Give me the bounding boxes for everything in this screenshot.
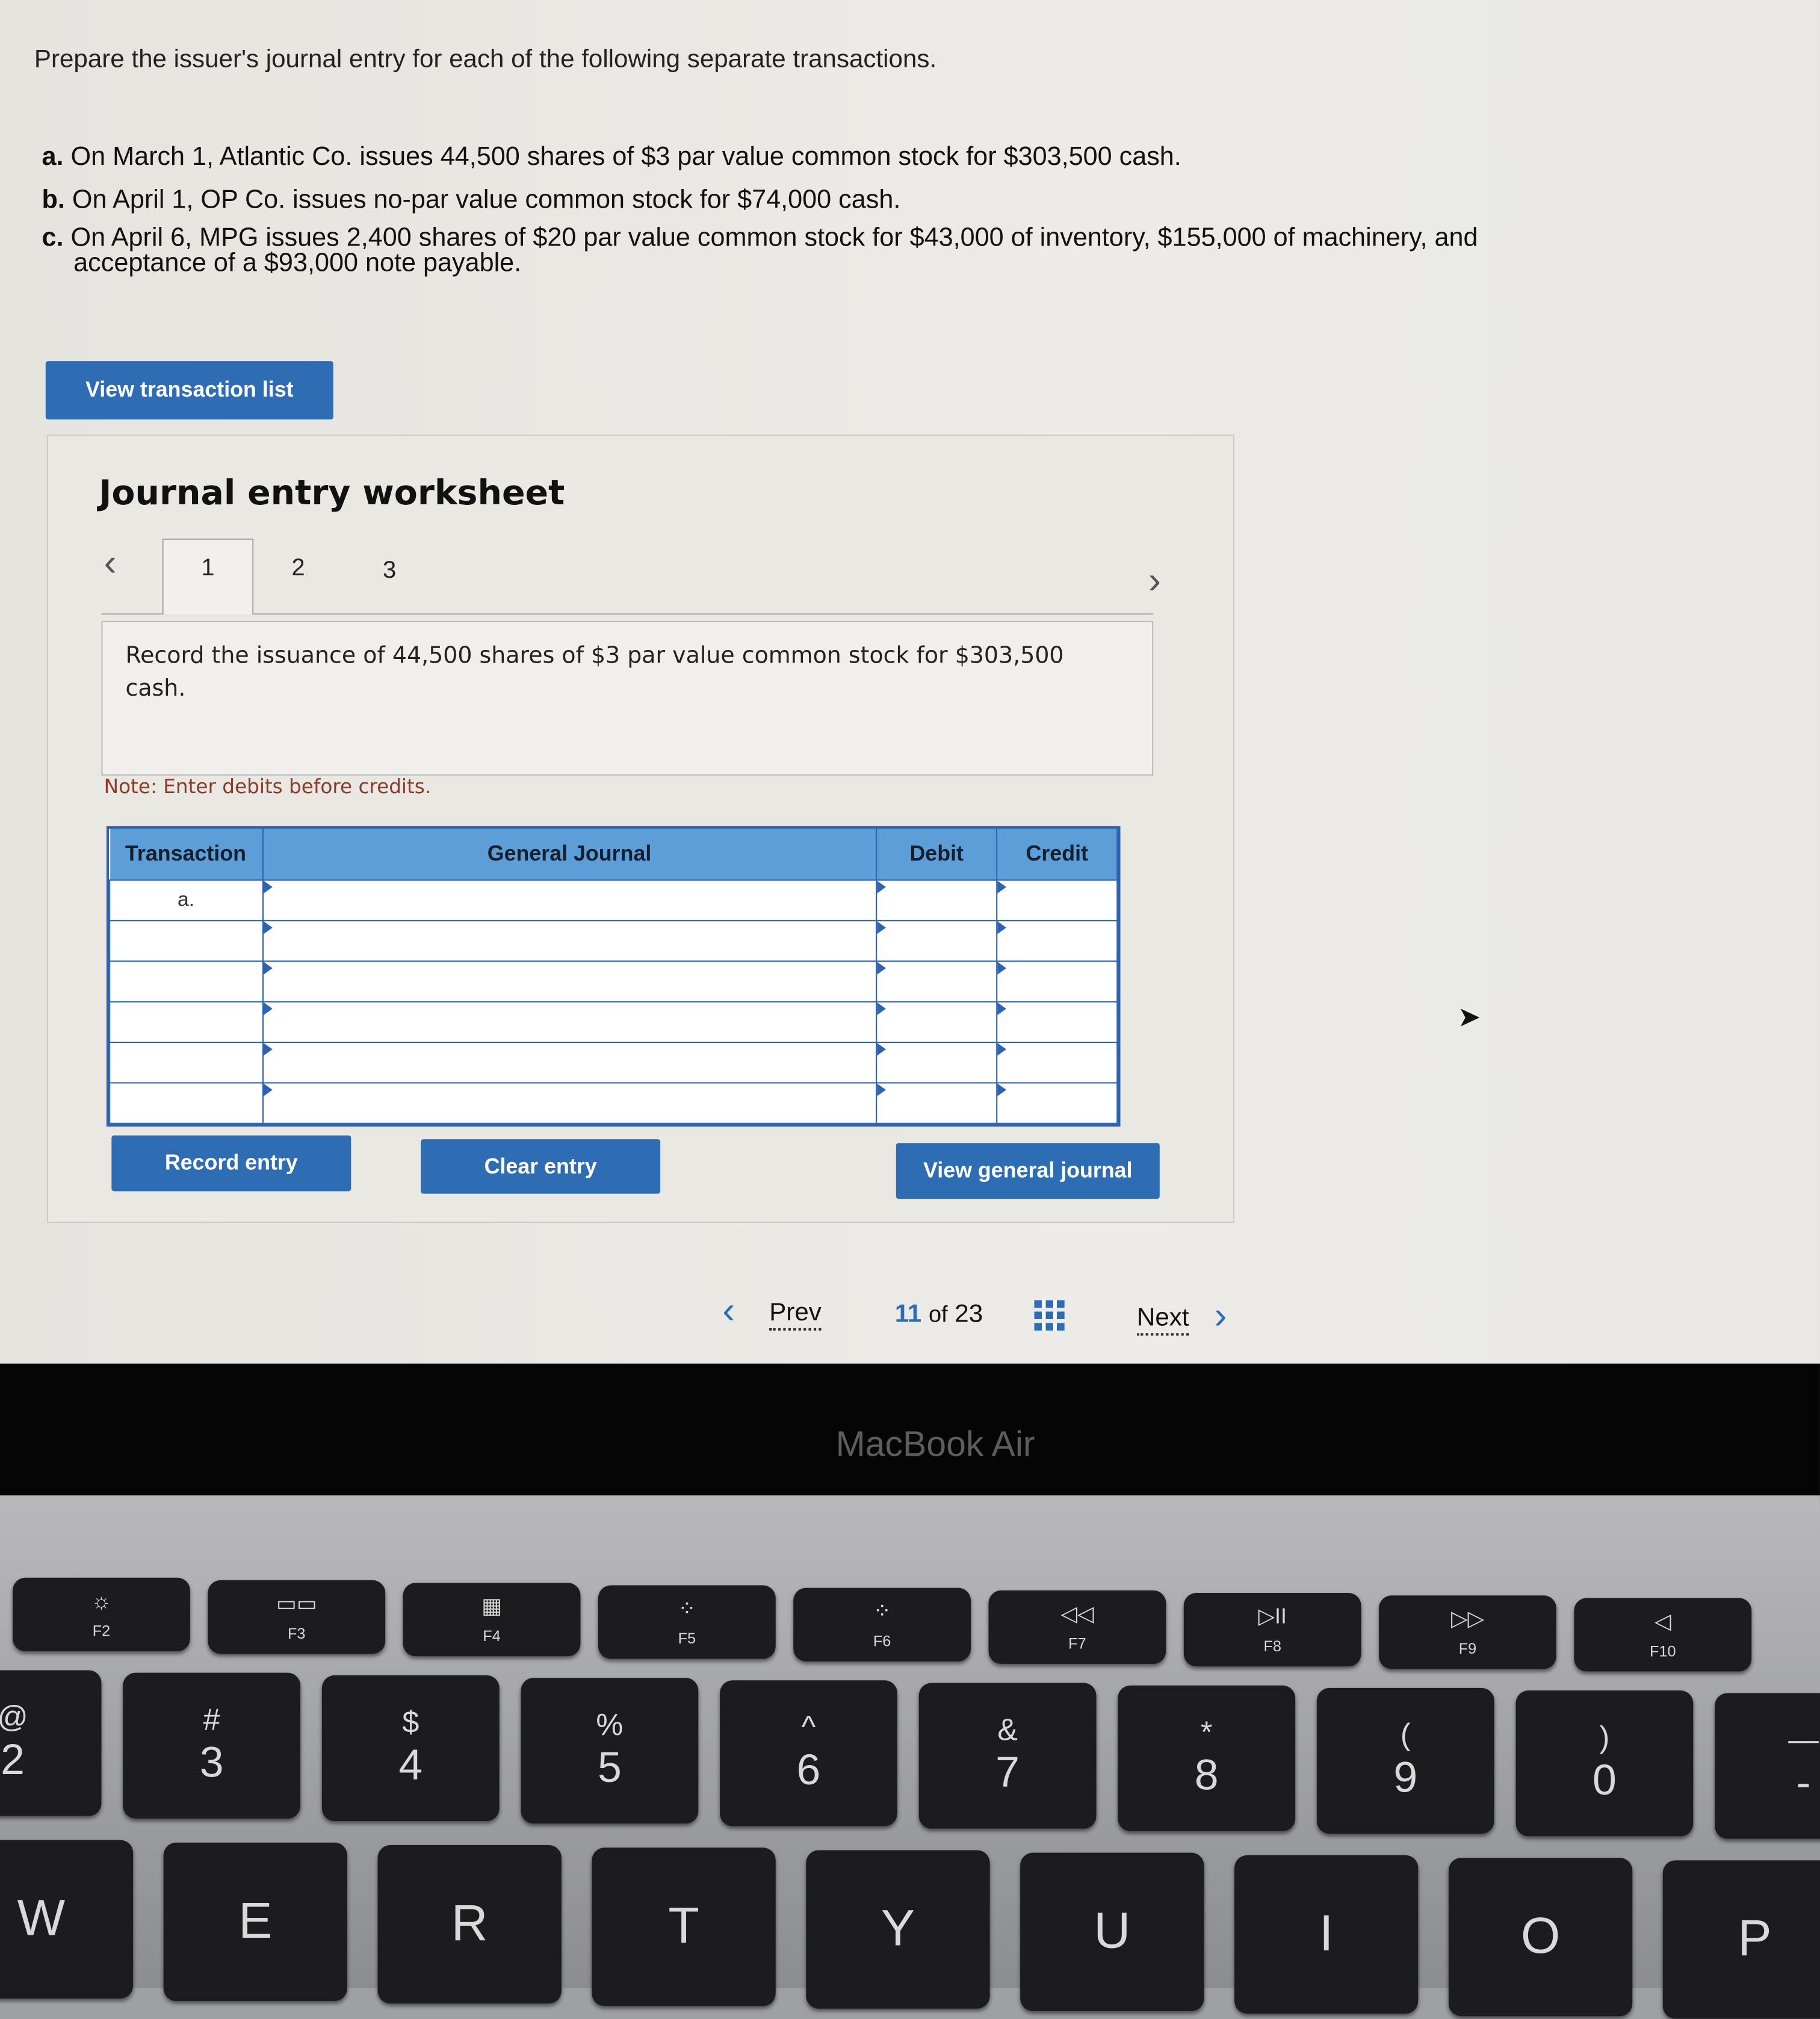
clear-entry-button[interactable]: Clear entry [421, 1139, 661, 1194]
debit-input[interactable] [876, 1082, 998, 1124]
key-o[interactable]: O [1448, 1858, 1633, 2017]
prev-link[interactable]: Prev [769, 1299, 822, 1331]
account-input[interactable] [261, 1041, 878, 1084]
key-f3[interactable]: ▭▭ F3 [208, 1580, 386, 1654]
key-f6[interactable]: ⁘ F6 [793, 1588, 971, 1662]
prev-chevron-icon[interactable]: ‹ [722, 1290, 735, 1334]
record-entry-button[interactable]: Record entry [111, 1135, 351, 1192]
transaction-cell [109, 1001, 263, 1044]
transaction-a: a. On March 1, Atlantic Co. issues 44,50… [42, 141, 1181, 172]
page-indicator: 11 of 23 [894, 1300, 983, 1328]
mouse-cursor-icon: ➤ [1457, 1001, 1481, 1033]
credit-input[interactable] [996, 920, 1118, 962]
key-f10[interactable]: ◁ F10 [1574, 1598, 1752, 1672]
key-p[interactable]: P [1662, 1860, 1820, 2019]
col-transaction: Transaction [110, 829, 263, 880]
key-4[interactable]: $4 [321, 1675, 500, 1822]
credit-input[interactable] [996, 960, 1118, 1003]
key-r[interactable]: R [377, 1845, 562, 2004]
table-row [109, 1082, 1118, 1124]
debit-input[interactable] [876, 920, 998, 962]
account-input[interactable] [261, 960, 878, 1003]
col-debit: Debit [876, 829, 998, 880]
key-f5[interactable]: ⁘ F5 [598, 1585, 776, 1659]
col-credit: Credit [997, 829, 1118, 880]
key-3[interactable]: #3 [123, 1672, 301, 1819]
credit-input[interactable] [996, 1041, 1118, 1084]
key-e[interactable]: E [163, 1842, 347, 2002]
worksheet-title: Journal entry worksheet [99, 474, 565, 513]
view-general-journal-button[interactable]: View general journal [896, 1143, 1160, 1199]
transaction-cell: a. [109, 879, 263, 921]
chevron-left-icon[interactable]: ‹ [104, 542, 117, 586]
table-row [109, 1041, 1118, 1084]
col-general-journal: General Journal [262, 829, 878, 880]
table-row [109, 920, 1118, 962]
chevron-right-icon[interactable]: › [1148, 560, 1161, 604]
next-link[interactable]: Next [1136, 1304, 1189, 1336]
debit-input[interactable] [876, 879, 998, 921]
key-7[interactable]: & 7 [918, 1683, 1097, 1829]
table-row [109, 960, 1118, 1003]
journal-table: Transaction General Journal Debit Credit… [106, 826, 1121, 1127]
device-label: MacBook Air [835, 1424, 1035, 1464]
key-5[interactable]: % 5 [521, 1678, 699, 1824]
transaction-cell [109, 1041, 263, 1084]
transaction-cell [109, 920, 263, 962]
credit-input[interactable] [996, 1001, 1118, 1044]
key-u[interactable]: U [1020, 1852, 1204, 2011]
transaction-cell [109, 1082, 263, 1124]
transaction-cell [109, 960, 263, 1003]
credit-input[interactable] [996, 1082, 1118, 1124]
browser-content: Prepare the issuer's journal entry for e… [0, 0, 1820, 1367]
tab-1[interactable]: 1 [162, 538, 254, 615]
key--[interactable]: — - [1715, 1693, 1820, 1839]
key-i[interactable]: I [1234, 1855, 1419, 2014]
note: Note: Enter debits before credits. [104, 775, 432, 799]
view-transaction-list-button[interactable]: View transaction list [45, 361, 333, 420]
key-f8[interactable]: ▷II F8 [1183, 1592, 1361, 1667]
transaction-c-continued: acceptance of a $93,000 note payable. [73, 248, 522, 278]
instructions: Prepare the issuer's journal entry for e… [34, 45, 937, 74]
credit-input[interactable] [996, 879, 1118, 921]
tab-2[interactable]: 2 [291, 555, 305, 583]
key-f9[interactable]: ▷▷ F9 [1379, 1595, 1556, 1669]
tab-3[interactable]: 3 [383, 558, 396, 586]
key-9[interactable]: (9 [1316, 1687, 1494, 1834]
account-input[interactable] [261, 879, 878, 921]
key-f2[interactable]: ☼ F2 [13, 1577, 190, 1651]
grid-icon[interactable] [1034, 1300, 1065, 1331]
table-row: a. [109, 879, 1118, 921]
entry-description: Record the issuance of 44,500 shares of … [101, 620, 1154, 776]
debit-input[interactable] [876, 1001, 998, 1044]
debit-input[interactable] [876, 1041, 998, 1084]
account-input[interactable] [261, 920, 878, 962]
table-row [109, 1001, 1118, 1044]
key-f7[interactable]: ◁◁ F7 [988, 1590, 1166, 1664]
key-y[interactable]: Y [806, 1850, 990, 2009]
account-input[interactable] [261, 1001, 878, 1044]
account-input[interactable] [261, 1082, 878, 1124]
key-w[interactable]: W [0, 1840, 134, 1999]
key-2[interactable]: @2 [0, 1670, 102, 1816]
key-0[interactable]: ) 0 [1515, 1690, 1694, 1837]
tab-divider [101, 613, 1154, 615]
transaction-b: b. On April 1, OP Co. issues no-par valu… [42, 185, 901, 214]
next-chevron-icon[interactable]: › [1214, 1295, 1227, 1338]
key-8[interactable]: * 8 [1118, 1685, 1296, 1831]
debit-input[interactable] [876, 960, 998, 1003]
key-f4[interactable]: ▦ F4 [403, 1583, 581, 1657]
key-6[interactable]: ^ 6 [720, 1680, 897, 1826]
key-t[interactable]: T [592, 1847, 776, 2006]
